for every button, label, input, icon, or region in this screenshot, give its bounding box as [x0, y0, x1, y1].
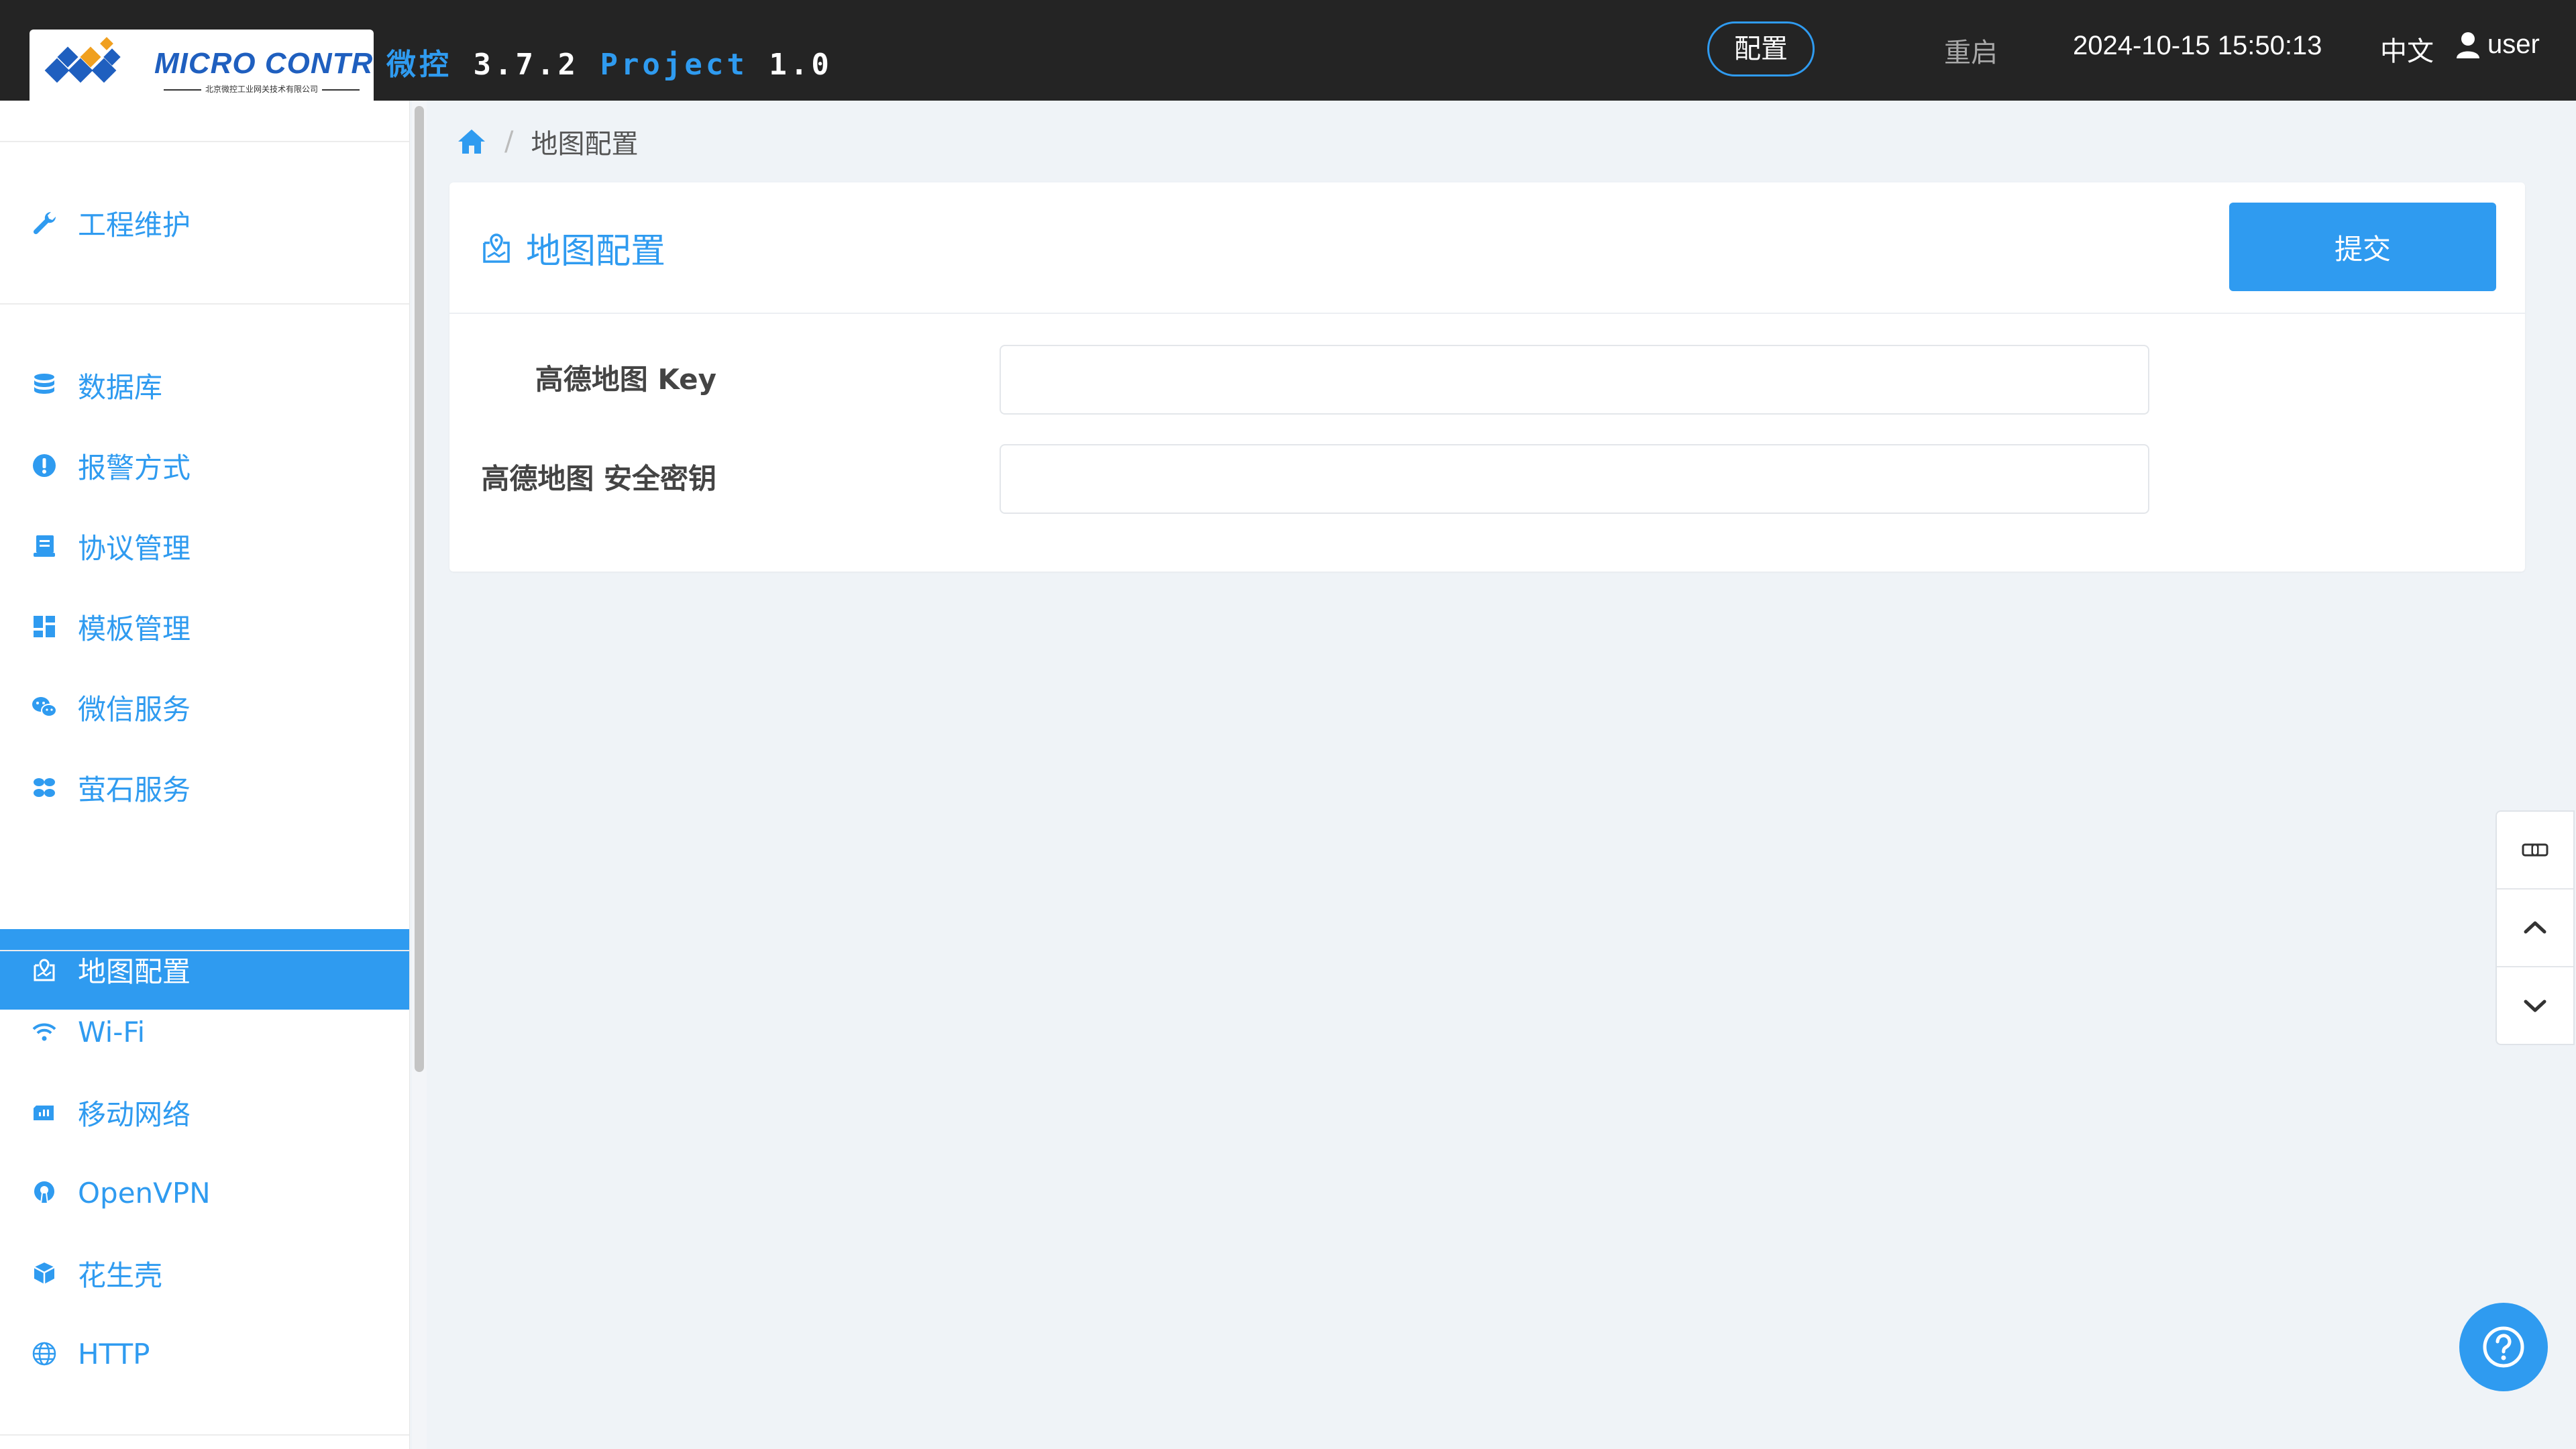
- logo-text: MICRO CONTROL: [154, 47, 374, 80]
- openvpn-icon: [30, 1178, 59, 1208]
- sidebar-item-http[interactable]: HTTP: [0, 1313, 409, 1394]
- language-switch[interactable]: 中文: [2380, 30, 2434, 68]
- sidebar-item-ezviz[interactable]: 萤石服务: [0, 747, 409, 828]
- amap-secret-label: 高德地图 安全密钥: [481, 462, 716, 495]
- sidebar-item-label: 协议管理: [78, 531, 191, 565]
- wifi-icon: [30, 1017, 59, 1046]
- top-bar: MICRO CONTROL 北京微控工业网关技术有限公司 微控 3.7.2 Pr…: [0, 0, 2576, 101]
- sidebar: 工程维护 数据库 报警方式 协议管理 模板管理 微信服务 萤石服务 地图配置 W…: [0, 101, 410, 1449]
- user-menu[interactable]: user: [2455, 30, 2540, 60]
- project-label: Project: [600, 48, 748, 82]
- sidebar-item-label: 报警方式: [78, 451, 191, 484]
- link-icon: [2522, 843, 2548, 857]
- sidebar-item-protocol[interactable]: 协议管理: [0, 506, 409, 586]
- restart-button[interactable]: 重启: [1944, 31, 1998, 70]
- map-config-icon: [30, 955, 59, 984]
- sidebar-item-label: 微信服务: [78, 692, 191, 726]
- app-version-number: 3.7.2: [473, 48, 579, 82]
- link-button[interactable]: [2497, 812, 2573, 888]
- sidebar-divider: [0, 303, 409, 305]
- sidebar-item-template[interactable]: 模板管理: [0, 586, 409, 667]
- form-row-amap-key: 高德地图 Key: [449, 345, 2525, 415]
- home-icon[interactable]: [456, 127, 487, 156]
- form-row-amap-secret: 高德地图 安全密钥: [449, 444, 2525, 514]
- wrench-icon: [30, 208, 59, 237]
- sidebar-item-label: Wi-Fi: [78, 1015, 146, 1049]
- sidebar-item-wechat[interactable]: 微信服务: [0, 667, 409, 747]
- logo: MICRO CONTROL 北京微控工业网关技术有限公司: [30, 30, 374, 101]
- dashboard-icon: [30, 612, 59, 641]
- user-icon: [2457, 32, 2479, 58]
- fan-icon: [30, 773, 59, 802]
- page-title: 地图配置: [479, 223, 665, 273]
- project-version: 1.0: [769, 48, 833, 82]
- datetime-display: 2024-10-15 15:50:13: [2073, 31, 2322, 60]
- app-name: 微控: [386, 48, 452, 82]
- config-button[interactable]: 配置: [1707, 21, 1815, 76]
- sidebar-item-mobile-network[interactable]: 移动网络: [0, 1072, 409, 1152]
- sidebar-item-label: 花生壳: [78, 1258, 163, 1292]
- map-config-panel: 地图配置 提交 高德地图 Key 高德地图 安全密钥: [449, 182, 2525, 572]
- sidebar-item-wifi[interactable]: Wi-Fi: [0, 991, 409, 1072]
- sidebar-item-label: 模板管理: [78, 612, 191, 645]
- logo-subtitle: 北京微控工业网关技术有限公司: [154, 83, 369, 95]
- logo-diamonds-icon: [44, 37, 121, 83]
- database-icon: [30, 370, 59, 400]
- sidebar-item-label: OpenVPN: [78, 1176, 211, 1210]
- sidebar-item-label: 工程维护: [78, 208, 191, 241]
- scroll-down-button[interactable]: [2497, 967, 2573, 1044]
- sidebar-divider: [0, 141, 409, 142]
- sidebar-item-openvpn[interactable]: OpenVPN: [0, 1152, 409, 1233]
- sidebar-item-oray[interactable]: 花生壳: [0, 1233, 409, 1313]
- wechat-icon: [30, 692, 59, 722]
- book-icon: [30, 531, 59, 561]
- sidebar-item-label: 数据库: [78, 370, 163, 404]
- sidebar-divider: [0, 1434, 409, 1436]
- breadcrumb-separator: /: [504, 126, 514, 157]
- sidebar-item-alarm[interactable]: 报警方式: [0, 425, 409, 506]
- breadcrumb-current: 地图配置: [531, 129, 639, 160]
- scrollbar-thumb[interactable]: [415, 106, 424, 1072]
- amap-key-label: 高德地图 Key: [535, 363, 716, 396]
- amap-key-input[interactable]: [1000, 345, 2149, 415]
- app-version: 微控 3.7.2 Project 1.0: [386, 40, 833, 83]
- sidebar-scrollbar[interactable]: [412, 101, 427, 1449]
- scroll-up-button[interactable]: [2497, 890, 2573, 966]
- chevron-up-icon: [2524, 921, 2546, 934]
- floating-toolbar: [2496, 810, 2575, 1045]
- username: user: [2487, 30, 2540, 59]
- breadcrumb: / 地图配置: [456, 121, 638, 162]
- cube-icon: [30, 1258, 59, 1288]
- globe-icon: [30, 1339, 59, 1368]
- sidebar-item-label: 移动网络: [78, 1097, 191, 1131]
- submit-button[interactable]: 提交: [2229, 203, 2496, 291]
- amap-secret-input[interactable]: [1000, 444, 2149, 514]
- sidebar-item-label: 地图配置: [78, 955, 191, 988]
- sidebar-divider: [0, 950, 409, 951]
- sidebar-item-label: 萤石服务: [78, 773, 191, 806]
- map-config-icon: [483, 233, 510, 263]
- mobile-network-icon: [30, 1097, 59, 1127]
- chevron-down-icon: [2524, 1000, 2546, 1012]
- panel-title-text: 地图配置: [526, 231, 666, 272]
- sidebar-item-project-maintenance[interactable]: 工程维护: [0, 182, 409, 263]
- sidebar-item-label: HTTP: [78, 1337, 150, 1371]
- question-icon: [2483, 1326, 2524, 1368]
- sidebar-item-database[interactable]: 数据库: [0, 345, 409, 425]
- help-button[interactable]: [2459, 1303, 2548, 1391]
- panel-header: 地图配置 提交: [449, 182, 2525, 314]
- alert-icon: [30, 451, 59, 480]
